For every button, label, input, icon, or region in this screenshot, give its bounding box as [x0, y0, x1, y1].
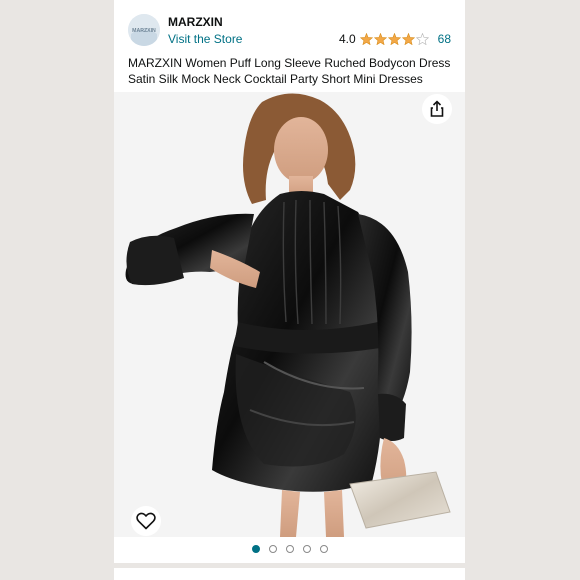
product-title: MARZXIN Women Puff Long Sleeve Ruched Bo… [128, 56, 451, 86]
product-card: MARZXIN MARZXIN Visit the Store 4.0 68 M… [114, 0, 465, 563]
svg-text:MARZXIN: MARZXIN [132, 28, 156, 34]
share-icon [430, 100, 444, 117]
rating-value: 4.0 [338, 32, 356, 46]
dress-photo [114, 92, 465, 537]
share-button[interactable] [422, 94, 452, 124]
add-to-wishlist-button[interactable] [131, 506, 161, 536]
star-icon [415, 33, 429, 45]
gallery-dot[interactable] [252, 545, 260, 553]
next-section-edge [114, 568, 465, 580]
star-icon [359, 33, 373, 45]
rating-count[interactable]: 68 [438, 32, 451, 46]
gallery-dot[interactable] [269, 545, 277, 553]
star-icon [401, 33, 415, 45]
visit-store-link[interactable]: Visit the Store [168, 32, 242, 46]
brand-row: MARZXIN MARZXIN Visit the Store 4.0 68 [128, 14, 451, 50]
gallery-dot[interactable] [303, 545, 311, 553]
rating-summary[interactable]: 4.0 68 [339, 32, 451, 46]
brand-logo[interactable]: MARZXIN [128, 14, 160, 46]
gallery-pagination [252, 545, 337, 555]
brand-name: MARZXIN [168, 15, 223, 29]
heart-icon [136, 512, 156, 530]
star-rating [359, 33, 430, 45]
product-image[interactable] [114, 92, 465, 537]
gallery-dot[interactable] [320, 545, 328, 553]
star-icon [373, 33, 387, 45]
star-icon [387, 33, 401, 45]
brand-logo-graphic: MARZXIN [128, 14, 160, 46]
gallery-dot[interactable] [286, 545, 294, 553]
